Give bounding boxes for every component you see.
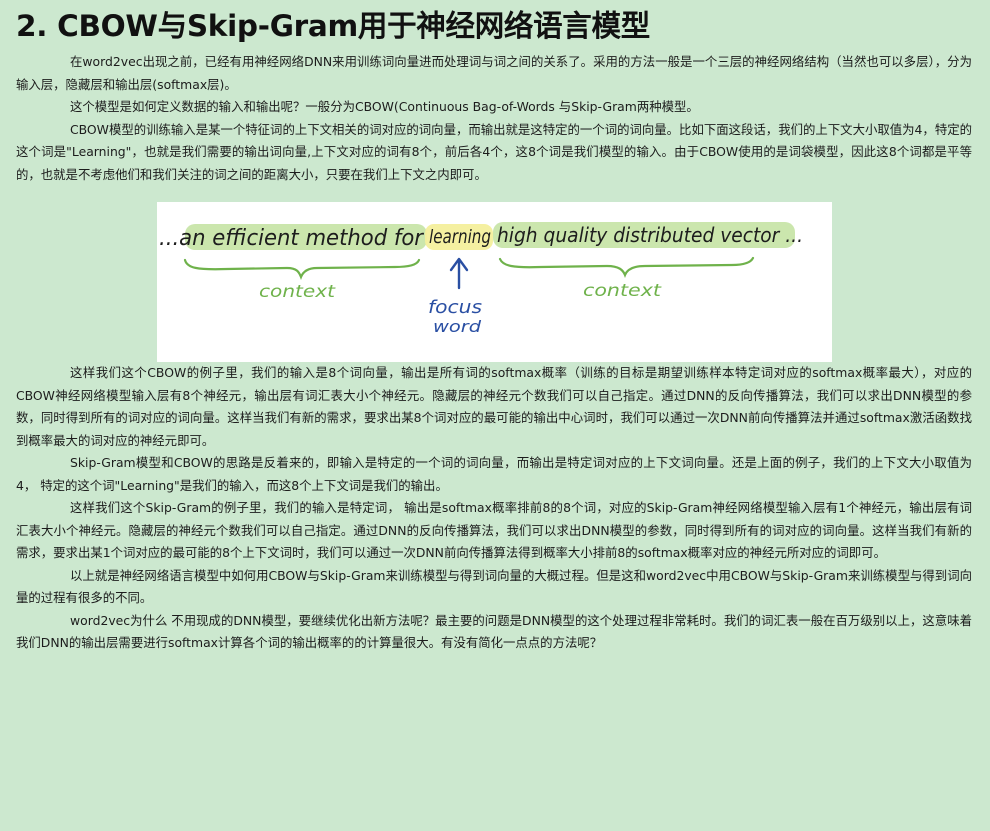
right-context-brace bbox=[498, 256, 755, 278]
focus-label-line1: focus bbox=[428, 297, 482, 318]
focus-arrow bbox=[449, 257, 469, 290]
context-window-drawing: ...an efficient method for learning high… bbox=[159, 222, 803, 336]
paragraph-skipgram-example: 这样我们这个Skip-Gram的例子里，我们的输入是特定词， 输出是softma… bbox=[16, 500, 972, 560]
focus-label-line2: word bbox=[433, 317, 482, 336]
article: 2. CBOW与Skip-Gram用于神经网络语言模型 在word2vec出现之… bbox=[0, 0, 990, 831]
left-context-brace bbox=[183, 258, 421, 280]
sentence-right-text: high quality distributed vector ... bbox=[497, 223, 803, 247]
paragraph-why-word2vec: word2vec为什么 不用现成的DNN模型，要继续优化出新方法呢？最主要的问题… bbox=[16, 612, 972, 651]
paragraph-skipgram-definition: Skip-Gram模型和CBOW的思路是反着来的，即输入是特定的一个词的词向量，… bbox=[16, 455, 972, 493]
paragraph-summary: 以上就是神经网络语言模型中如何用CBOW与Skip-Gram来训练模型与得到词向… bbox=[16, 567, 972, 606]
paragraph-intro: 在word2vec出现之前，已经有用神经网络DNN来用训练词向量进而处理词与词之… bbox=[16, 54, 972, 92]
paragraph-model-question: 这个模型是如何定义数据的输入和输出呢？一般分为CBOW(Continuous B… bbox=[70, 99, 699, 114]
left-context-label: context bbox=[259, 282, 337, 302]
focus-word-text: learning bbox=[429, 226, 491, 248]
section-heading: 2. CBOW与Skip-Gram用于神经网络语言模型 bbox=[16, 9, 650, 43]
paragraph-cbow-definition: CBOW模型的训练输入是某一个特征词的上下文相关的词对应的词向量，而输出就是这特… bbox=[16, 121, 972, 182]
context-window-illustration: ...an efficient method for learning high… bbox=[157, 202, 832, 362]
sentence-left-text: ...an efficient method for bbox=[159, 226, 425, 251]
paragraph-cbow-example: 这样我们这个CBOW的例子里，我们的输入是8个词向量，输出是所有词的softma… bbox=[16, 365, 972, 448]
right-context-label: context bbox=[583, 281, 663, 301]
